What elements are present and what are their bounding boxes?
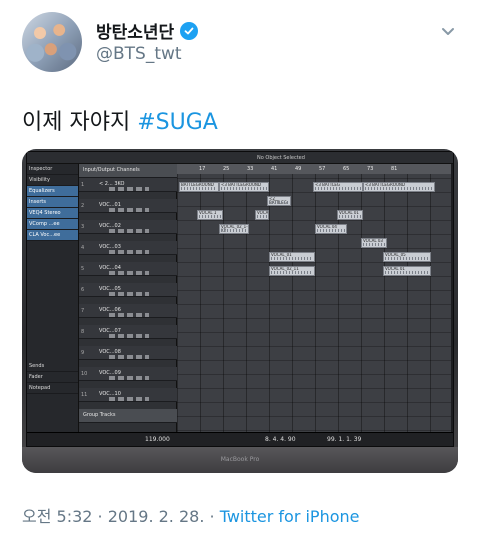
ruler-mark: 41 bbox=[271, 166, 278, 172]
daw-status-text: No Object Selected bbox=[257, 155, 305, 161]
ruler-mark: 81 bbox=[391, 166, 398, 172]
audio-clip: <3 BATTLEGROUND bbox=[219, 182, 269, 192]
ruler-mark: 73 bbox=[367, 166, 374, 172]
inspector-row: Sends bbox=[27, 361, 78, 372]
display-name[interactable]: 방탄소년단 bbox=[96, 18, 174, 43]
track-number: 2 bbox=[81, 203, 85, 209]
track-row: 10 VOC...09 bbox=[79, 367, 177, 381]
track-buttons bbox=[109, 187, 149, 191]
daw-track-list: Input/Output Channels 1 < 2... 3KO 2 VOC..… bbox=[79, 164, 177, 434]
tweet-source-link[interactable]: Twitter for iPhone bbox=[220, 507, 360, 526]
daw-toolbar: No Object Selected bbox=[27, 152, 453, 164]
track-number: 4 bbox=[81, 245, 85, 251]
display-name-row[interactable]: 방탄소년단 bbox=[96, 18, 199, 43]
tweet-media-photo[interactable]: No Object Selected Inspector Visibility … bbox=[22, 149, 458, 473]
track-row: 4 VOC...03 bbox=[79, 241, 177, 255]
ruler-mark: 33 bbox=[247, 166, 254, 172]
inspector-row: Notepad bbox=[27, 383, 78, 394]
tweet-metadata: 오전 5:32 · 2019. 2. 28. · Twitter for iPh… bbox=[22, 503, 360, 527]
inspector-row: Equalizers bbox=[27, 186, 78, 197]
track-number: 6 bbox=[81, 287, 85, 293]
track-buttons bbox=[109, 355, 149, 359]
track-buttons bbox=[109, 313, 149, 317]
track-number: 11 bbox=[81, 392, 88, 398]
audio-clip: VOCAL 1 bbox=[197, 210, 223, 220]
track-buttons bbox=[109, 292, 149, 296]
track-row: 11 VOC...10 bbox=[79, 388, 177, 402]
inspector-row: Inserts bbox=[27, 197, 78, 208]
track-number: 8 bbox=[81, 329, 85, 335]
track-row: 8 VOC...07 bbox=[79, 325, 177, 339]
track-buttons bbox=[109, 208, 149, 212]
position-readout-secondary: 99. 1. 1. 39 bbox=[327, 436, 362, 443]
meta-separator: · bbox=[92, 507, 108, 526]
inspector-row: CLA Voc...ee bbox=[27, 230, 78, 241]
ruler-mark: 49 bbox=[295, 166, 302, 172]
profile-avatar[interactable] bbox=[22, 12, 82, 72]
tweet-text: 이제 자야지 #SUGA bbox=[22, 104, 218, 136]
meta-separator: · bbox=[204, 507, 220, 526]
track-header: Input/Output Channels bbox=[79, 164, 177, 178]
track-buttons bbox=[109, 397, 149, 401]
track-row: 3 VOC...02 bbox=[79, 220, 177, 234]
inspector-row: VEQ4 Stereo bbox=[27, 208, 78, 219]
ruler-mark: 17 bbox=[199, 166, 206, 172]
track-buttons bbox=[109, 334, 149, 338]
track-row: 6 VOC...05 bbox=[79, 283, 177, 297]
audio-clip: <2 BATTLEG bbox=[267, 196, 291, 206]
group-tracks-label: Group Tracks bbox=[83, 412, 116, 418]
track-buttons bbox=[109, 376, 149, 380]
ruler-mark: 25 bbox=[223, 166, 230, 172]
inspector-row: VComp ...ee bbox=[27, 219, 78, 230]
user-handle[interactable]: @BTS_twt bbox=[96, 44, 182, 64]
track-number: 9 bbox=[81, 350, 85, 356]
audio-clip: VOCAL 01 bbox=[337, 210, 363, 220]
track-row: 9 VOC...08 bbox=[79, 346, 177, 360]
track-row: 1 < 2... 3KO bbox=[79, 178, 177, 192]
track-number: 5 bbox=[81, 266, 85, 272]
daw-transport-bar: 119.000 8. 4. 4. 90 99. 1. 1. 39 bbox=[27, 432, 453, 446]
audio-clip: VOCAL_05 bbox=[383, 252, 431, 262]
audio-clip: VOCAL_02_1-K2 bbox=[219, 224, 249, 234]
verified-badge-icon bbox=[180, 21, 199, 40]
audio-clip: <3 BATTLEGROUND bbox=[363, 182, 435, 192]
track-row: 7 VOC...06 bbox=[79, 304, 177, 318]
chevron-down-icon[interactable] bbox=[438, 22, 458, 42]
track-number: 1 bbox=[81, 182, 85, 188]
track-buttons bbox=[109, 229, 149, 233]
tweet-time[interactable]: 오전 5:32 bbox=[22, 507, 92, 526]
position-readout: 8. 4. 4. 90 bbox=[265, 436, 296, 443]
audio-clip: BATTLEGROUND bbox=[179, 182, 219, 192]
daw-inspector: Inspector Visibility Equalizers Inserts … bbox=[27, 164, 79, 434]
inspector-row: Inspector bbox=[27, 164, 78, 175]
tweet-date[interactable]: 2019. 2. 28. bbox=[108, 507, 205, 526]
tweet-text-body: 이제 자야지 bbox=[22, 110, 138, 135]
daw-arrange-window bbox=[177, 164, 451, 434]
ruler-mark: 65 bbox=[343, 166, 350, 172]
track-number: 10 bbox=[81, 371, 88, 377]
audio-clip: VOCAL 01 bbox=[383, 266, 431, 276]
tempo-readout: 119.000 bbox=[145, 436, 170, 443]
audio-clip: <3 BATTLEG bbox=[313, 182, 363, 192]
group-tracks-header: Group Tracks bbox=[79, 409, 177, 423]
track-row: 5 VOC...04 bbox=[79, 262, 177, 276]
audio-clip: VOCAL_02_11 bbox=[269, 266, 315, 276]
audio-clip: VOCAL_01 bbox=[269, 252, 315, 262]
ruler-mark: 57 bbox=[319, 166, 326, 172]
laptop-brand-label: MacBook Pro bbox=[220, 456, 260, 463]
daw-ruler: 17 25 33 41 49 57 65 73 81 bbox=[177, 164, 451, 174]
track-number: 3 bbox=[81, 224, 85, 230]
hashtag-link[interactable]: #SUGA bbox=[137, 110, 218, 135]
inspector-row: Visibility bbox=[27, 175, 78, 186]
audio-clip: VOCAL 04 bbox=[315, 224, 347, 234]
daw-screen: No Object Selected Inspector Visibility … bbox=[26, 151, 454, 447]
audio-clip: VOCA bbox=[255, 210, 269, 220]
track-buttons bbox=[109, 271, 149, 275]
inspector-row: Fader bbox=[27, 372, 78, 383]
audio-clip: VOCAL 03 bbox=[361, 238, 387, 248]
track-header-label: Input/Output Channels bbox=[83, 167, 140, 173]
track-row: 2 VOC...01 bbox=[79, 199, 177, 213]
track-buttons bbox=[109, 250, 149, 254]
track-number: 7 bbox=[81, 308, 85, 314]
